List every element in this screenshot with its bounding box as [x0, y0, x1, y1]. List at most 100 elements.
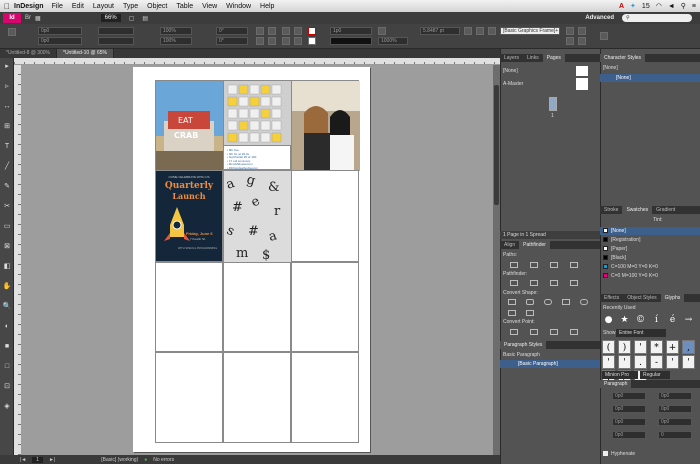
text-wrap-icon[interactable]	[464, 27, 472, 35]
reference-point-icon[interactable]	[8, 28, 16, 36]
tab-stroke[interactable]: Stroke	[600, 206, 622, 214]
bridge-icon[interactable]: Br	[25, 15, 31, 21]
select-next-icon[interactable]	[282, 37, 290, 45]
tab-gradient[interactable]: Gradient	[652, 206, 679, 214]
tool-7-icon[interactable]: ✂	[2, 202, 12, 211]
shear-field[interactable]: 0°	[216, 37, 248, 45]
reverse-path-icon[interactable]	[570, 262, 578, 268]
glyph-cell[interactable]: '	[618, 355, 631, 369]
tab-untitled-10[interactable]: *Untitled-10 @ 65%	[57, 49, 114, 58]
swatch-row[interactable]: [None]	[600, 227, 700, 235]
glyph-cell[interactable]: '	[634, 340, 647, 354]
flip-horizontal-icon[interactable]	[256, 27, 264, 35]
add-shape-icon[interactable]	[510, 280, 518, 286]
fx-icon[interactable]	[378, 27, 386, 35]
corner-size-field[interactable]: 5.8487 pt	[420, 27, 460, 35]
menu-table[interactable]: Table	[176, 3, 193, 10]
rounded-rectangle-icon[interactable]	[526, 299, 534, 305]
tool-14-icon[interactable]: ■	[2, 342, 12, 351]
close-path-icon[interactable]	[550, 262, 558, 268]
tab-paragraph[interactable]: Paragraph	[600, 380, 632, 388]
glyphs-show-dropdown[interactable]: Entire Font	[616, 329, 666, 337]
fit-content-icon[interactable]	[566, 37, 574, 45]
glyph-cell[interactable]: '	[682, 355, 695, 369]
grid-cell[interactable]	[291, 170, 359, 262]
orthogonal-line-icon[interactable]	[526, 310, 534, 316]
vertical-ruler[interactable]	[14, 65, 21, 455]
paragraph-field[interactable]: 0p0	[612, 418, 646, 426]
paragraph-field[interactable]: 0	[658, 431, 692, 439]
search-icon[interactable]: ⚲	[681, 2, 686, 10]
tool-10-icon[interactable]: ◧	[2, 262, 12, 271]
preflight-status[interactable]: No errors	[153, 457, 174, 463]
first-page-icon[interactable]: |◄	[20, 457, 26, 463]
recent-glyph[interactable]: ★	[618, 313, 631, 327]
tool-9-icon[interactable]: ⊠	[2, 242, 12, 251]
menu-type[interactable]: Type	[123, 3, 138, 10]
screen-mode-icon[interactable]: ▢	[129, 15, 135, 22]
y-position-field[interactable]: 0p0	[38, 37, 82, 45]
master-none-thumb[interactable]	[576, 66, 588, 76]
select-container-icon[interactable]	[268, 37, 276, 45]
line-shape-icon[interactable]	[508, 310, 516, 316]
glyph-cell[interactable]: '	[666, 355, 679, 369]
menu-app-name[interactable]: InDesign	[14, 3, 44, 10]
grid-cell[interactable]	[291, 352, 359, 443]
tool-0-icon[interactable]: ▸	[2, 62, 12, 71]
tool-12-icon[interactable]: 🔍	[2, 302, 12, 311]
select-prev-icon[interactable]	[294, 27, 302, 35]
tool-15-icon[interactable]: □	[2, 362, 12, 371]
tab-links[interactable]: Links	[523, 54, 543, 62]
grid-cell[interactable]: COME CELEBRATE WITH US Quarterly Launch …	[155, 170, 223, 262]
grid-cell[interactable]	[223, 352, 291, 443]
center-content-icon[interactable]	[578, 37, 586, 45]
paragraph-field[interactable]: 0p0	[612, 405, 646, 413]
checkbox-icon[interactable]	[603, 451, 608, 457]
volume-icon[interactable]: ◄	[668, 3, 675, 10]
intersect-shape-icon[interactable]	[550, 280, 558, 286]
recent-glyph[interactable]: ©	[634, 313, 647, 327]
grid-cell[interactable]	[223, 80, 292, 146]
opacity-field[interactable]: 1000%	[378, 37, 408, 45]
recent-glyph[interactable]: ●	[602, 313, 615, 327]
text-frame[interactable]: • 8th Ave. • 4th St. at 29 Av • fwd Part…	[227, 148, 258, 171]
scale-y-field[interactable]: 100%	[160, 37, 192, 45]
polygon-shape-icon[interactable]	[580, 299, 588, 305]
tool-1-icon[interactable]: ▹	[2, 82, 12, 91]
symmetrical-point-icon[interactable]	[570, 329, 578, 335]
fill-swatch-icon[interactable]	[294, 37, 302, 45]
next-page-icon[interactable]: ►|	[49, 457, 55, 463]
glyph-cell[interactable]: *	[650, 340, 663, 354]
fill-frame-icon[interactable]	[578, 27, 586, 35]
tool-8-icon[interactable]: ▭	[2, 222, 12, 231]
menu-layout[interactable]: Layout	[93, 3, 114, 10]
tool-4-icon[interactable]: T	[2, 142, 12, 151]
join-path-icon[interactable]	[510, 262, 518, 268]
stroke-swatch-icon[interactable]	[308, 37, 316, 45]
fitting-icon[interactable]	[566, 27, 574, 35]
tab-effects[interactable]: Effects	[600, 294, 623, 302]
grid-cell[interactable]: a g & # e r s # a m $	[223, 170, 292, 263]
paragraph-field[interactable]: 0p0	[658, 392, 692, 400]
triangle-shape-icon[interactable]	[562, 299, 570, 305]
tool-2-icon[interactable]: ↔	[2, 102, 12, 111]
smooth-point-icon[interactable]	[550, 329, 558, 335]
hyphenate-checkbox[interactable]: Hyphenate	[600, 450, 700, 458]
glyph-cell[interactable]: )	[618, 340, 631, 354]
horizontal-ruler[interactable]	[14, 58, 500, 65]
glyph-cell[interactable]: (	[602, 340, 615, 354]
grid-cell[interactable]	[155, 352, 223, 443]
zoom-dropdown[interactable]: 66%	[100, 14, 121, 22]
grid-cell[interactable]	[291, 80, 360, 171]
tab-pathfinder[interactable]: Pathfinder	[519, 241, 550, 249]
list-icon[interactable]: ≡	[692, 3, 696, 10]
grid-cell[interactable]: • 8th Ave. • 4th St. at 29 Av • fwd Part…	[223, 145, 291, 170]
menu-view[interactable]: View	[202, 3, 217, 10]
paragraph-field[interactable]: 0p0	[658, 405, 692, 413]
tab-swatches[interactable]: Swatches	[622, 206, 653, 214]
tool-3-icon[interactable]: ⊞	[2, 122, 12, 131]
tool-5-icon[interactable]: ╱	[2, 162, 12, 171]
tab-layers[interactable]: Layers	[500, 54, 523, 62]
view-options-icon[interactable]: ▦	[35, 15, 41, 22]
ellipse-shape-icon[interactable]	[544, 299, 552, 305]
